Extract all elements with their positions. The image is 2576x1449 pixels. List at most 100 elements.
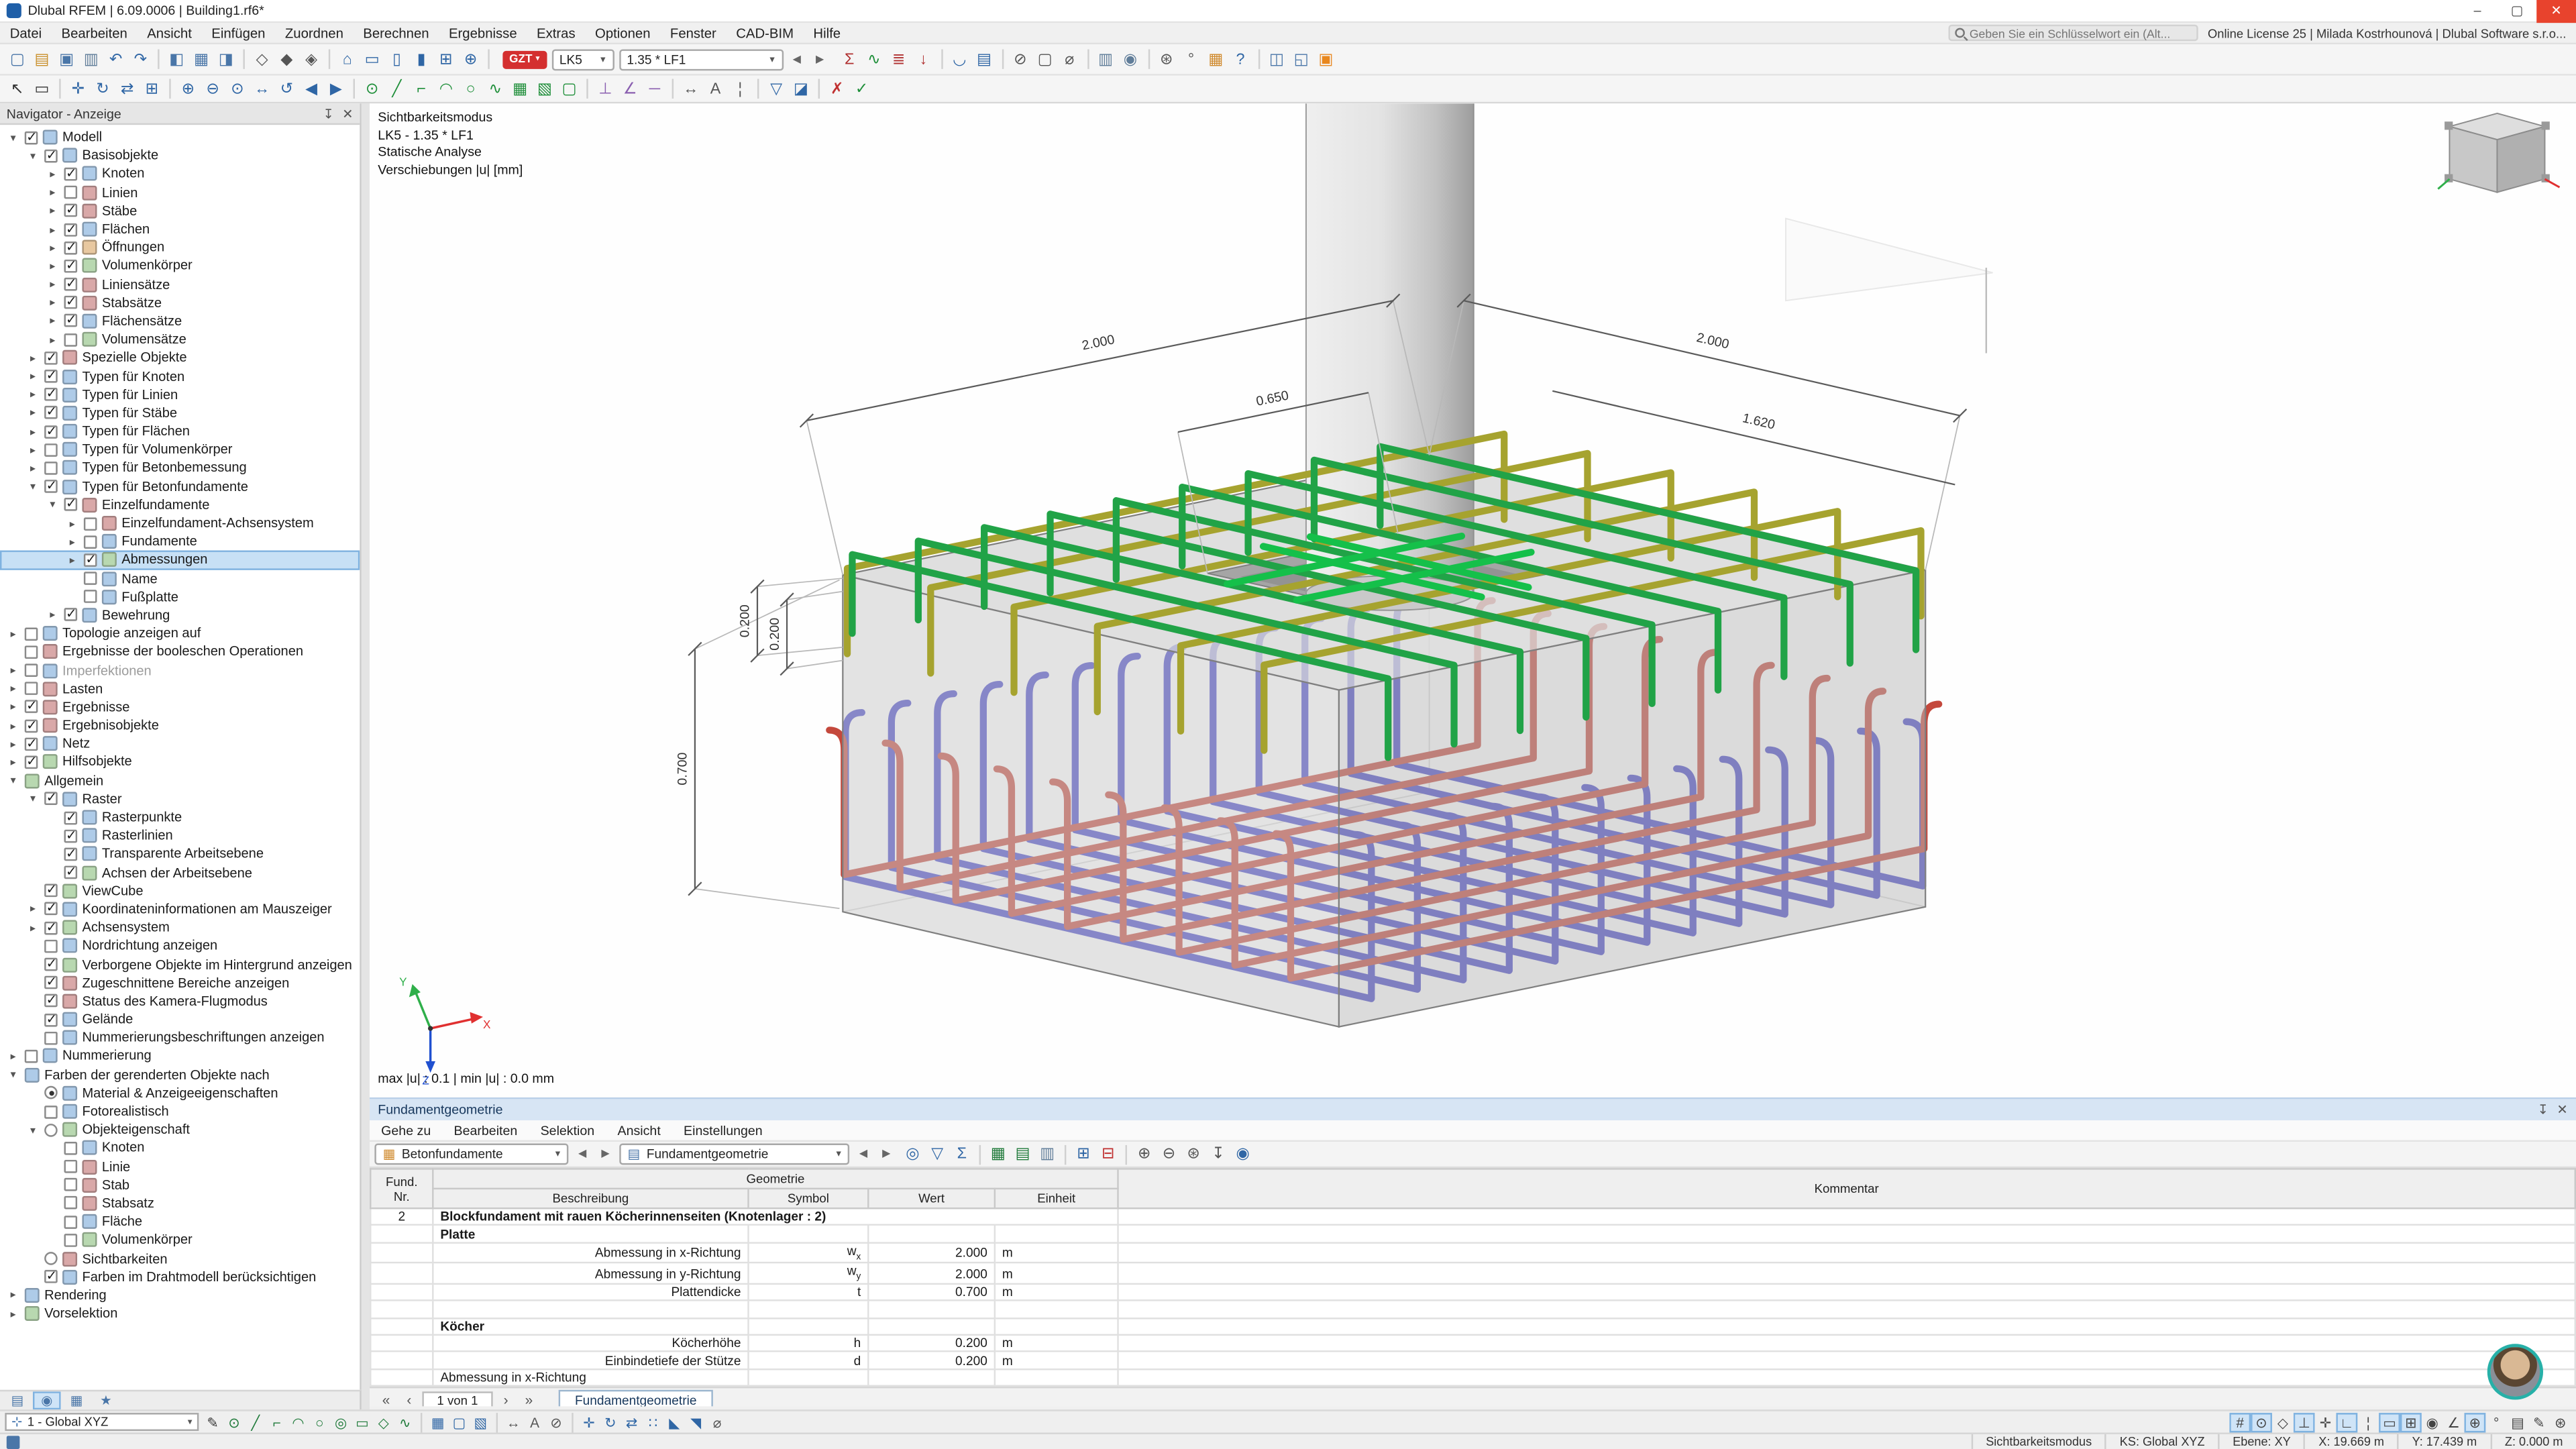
tree-item-spezielle-objekte[interactable]: ▸ Spezielle Objekte	[0, 349, 360, 367]
maximize-button[interactable]: ▢	[2497, 0, 2536, 22]
tree-item-typen-fuer-flaechen[interactable]: ▸ Typen für Flächen	[0, 422, 360, 440]
move-icon[interactable]: ✛	[66, 76, 91, 101]
measure-distance-icon[interactable]: ⌀	[706, 1412, 728, 1432]
expander-icon[interactable]: ▾	[46, 498, 60, 511]
checkbox[interactable]	[44, 368, 58, 383]
table-cell[interactable]	[1117, 1299, 2576, 1319]
annotation-icon[interactable]: A	[524, 1412, 545, 1432]
checkbox[interactable]	[44, 405, 58, 420]
wireframe-mode-icon[interactable]: ◇	[250, 47, 274, 72]
pan-icon[interactable]: ↔	[250, 76, 274, 101]
expander-icon[interactable]: ▸	[26, 921, 40, 934]
status-coordinate-system[interactable]: KS: Global XYZ	[2104, 1433, 2218, 1449]
view-xy-icon[interactable]: ▭	[360, 47, 384, 72]
expander-icon[interactable]: ▸	[66, 535, 79, 548]
tree-item-farben-der-gerenderten-objekte-nach[interactable]: ▾ Farben der gerenderten Objekte nach	[0, 1065, 360, 1083]
arc-icon[interactable]: ◠	[288, 1412, 309, 1432]
checkbox[interactable]	[24, 129, 38, 144]
zoom-out-icon[interactable]: ⊖	[201, 76, 225, 101]
result-tables-icon[interactable]: ▤	[972, 47, 997, 72]
redo-icon[interactable]: ↷	[128, 47, 153, 72]
tree-item-ergebnisobjekte[interactable]: ▸ Ergebnisobjekte	[0, 716, 360, 735]
dock-icon[interactable]: ↧	[323, 106, 333, 121]
snap-grid-icon[interactable]: #	[2229, 1411, 2251, 1432]
table-row[interactable]: Köcherhöhe h 0.200 m	[370, 1334, 2576, 1353]
edit-icon[interactable]: ✎	[202, 1412, 223, 1432]
table-cell[interactable]: Abmessung in y-Richtung	[432, 1262, 749, 1285]
menu-fenster[interactable]: Fenster	[660, 22, 726, 44]
last-page-button[interactable]: »	[519, 1392, 539, 1407]
tree-item-oeffnungen[interactable]: ▸ Öffnungen	[0, 238, 360, 256]
expander-icon[interactable]: ▸	[46, 168, 60, 180]
expander-icon[interactable]: ▸	[26, 370, 40, 383]
insert-row-icon[interactable]: ⊞	[1071, 1142, 1096, 1167]
tree-item-modell[interactable]: ▾ Modell	[0, 128, 360, 146]
tree-item-flaeche[interactable]: Fläche	[0, 1213, 360, 1231]
message-center-icon[interactable]	[6, 1435, 20, 1448]
checkbox[interactable]	[24, 717, 38, 733]
checkbox[interactable]	[83, 517, 97, 530]
checkbox[interactable]	[64, 239, 78, 254]
checkbox[interactable]	[44, 148, 58, 162]
design-situation-badge[interactable]: GZT ▾	[502, 50, 547, 68]
checkbox[interactable]	[24, 699, 38, 714]
viewcube[interactable]	[2437, 112, 2561, 193]
menu-optionen[interactable]: Optionen	[585, 22, 660, 44]
apply-icon[interactable]: ✓	[849, 76, 874, 101]
move-copy-icon[interactable]: ✛	[578, 1412, 600, 1432]
table-menu-ansicht[interactable]: Ansicht	[606, 1123, 672, 1138]
checkbox[interactable]	[64, 294, 78, 310]
delete-icon[interactable]: ✗	[824, 76, 849, 101]
show-results-icon[interactable]: ∿	[862, 47, 887, 72]
angle-step-icon[interactable]: °	[2485, 1412, 2507, 1432]
checkbox[interactable]	[64, 1141, 78, 1155]
checkbox[interactable]	[44, 791, 58, 806]
tree-item-stabsatz[interactable]: Stabsatz	[0, 1194, 360, 1212]
tree-item-zugeschnittene-bereiche-anzeigen[interactable]: Zugeschnittene Bereiche anzeigen	[0, 973, 360, 991]
panel-splitter[interactable]	[361, 103, 370, 1410]
menu-hilfe[interactable]: Hilfe	[804, 22, 851, 44]
expander-icon[interactable]: ▸	[46, 205, 60, 217]
table-cell[interactable]	[370, 1224, 434, 1244]
table-cell[interactable]: Plattendicke	[432, 1283, 749, 1302]
trim-icon[interactable]: ◣	[663, 1412, 685, 1432]
snap-perpendicular-icon[interactable]: ⊥	[2293, 1411, 2315, 1432]
expander-icon[interactable]: ▸	[7, 1050, 20, 1063]
checkbox[interactable]	[64, 258, 78, 273]
tree-item-ergebnisse[interactable]: ▸ Ergebnisse	[0, 698, 360, 716]
expander-icon[interactable]: ▸	[7, 719, 20, 732]
tree-item-liniensaetze[interactable]: ▸ Liniensätze	[0, 275, 360, 293]
table-cell[interactable]	[370, 1241, 434, 1265]
close-navigator-icon[interactable]: ✕	[342, 106, 353, 121]
expander-icon[interactable]: ▸	[26, 903, 40, 916]
tree-item-volumenkoerper[interactable]: ▸ Volumenkörper	[0, 257, 360, 275]
table-row[interactable]: Köcher	[370, 1317, 2576, 1336]
rotate-copy-icon[interactable]: ↻	[600, 1412, 621, 1432]
expander-icon[interactable]: ▸	[46, 241, 60, 254]
mirror-icon[interactable]: ⇄	[115, 76, 140, 101]
tree-item-hilfsobjekte[interactable]: ▸ Hilfsobjekte	[0, 753, 360, 771]
minimize-button[interactable]: –	[2458, 0, 2498, 22]
expand-groups-icon[interactable]: ⊕	[1132, 1142, 1157, 1167]
tree-item-gelaende[interactable]: Gelände	[0, 1010, 360, 1028]
loads-icon[interactable]: ↓	[911, 47, 936, 72]
section-line-icon[interactable]: ⊘	[545, 1412, 567, 1432]
zoom-in-icon[interactable]: ⊕	[176, 76, 201, 101]
table-cell[interactable]	[1117, 1334, 2576, 1353]
expander-icon[interactable]: ▸	[46, 333, 60, 346]
expander-icon[interactable]: ▸	[7, 1289, 20, 1301]
tree-item-nummerierung[interactable]: ▸ Nummerierung	[0, 1047, 360, 1065]
tree-item-knoten[interactable]: Knoten	[0, 1139, 360, 1157]
snap-midpoint-icon[interactable]: ◇	[2272, 1412, 2294, 1432]
model-3d-scene[interactable]: 2.000 0.650 2.000 1.620 0.200 0.200 0.70…	[370, 103, 2576, 1097]
tree-item-netz[interactable]: ▸ Netz	[0, 735, 360, 753]
table-cell[interactable]: m	[994, 1262, 1119, 1285]
snap-center-icon[interactable]: ◉	[2422, 1412, 2443, 1432]
snap-settings-icon[interactable]: ⊛	[2550, 1412, 2571, 1432]
tree-item-nummerierungsbeschriftungen-anzeigen[interactable]: Nummerierungsbeschriftungen anzeigen	[0, 1029, 360, 1047]
tree-item-achsen-der-arbeitsebene[interactable]: Achsen der Arbeitsebene	[0, 863, 360, 881]
table-cell[interactable]: 2.000	[867, 1262, 996, 1285]
menu-ansicht[interactable]: Ansicht	[138, 22, 202, 44]
expander-icon[interactable]: ▸	[7, 737, 20, 751]
load-cases-icon[interactable]: ≣	[886, 47, 911, 72]
